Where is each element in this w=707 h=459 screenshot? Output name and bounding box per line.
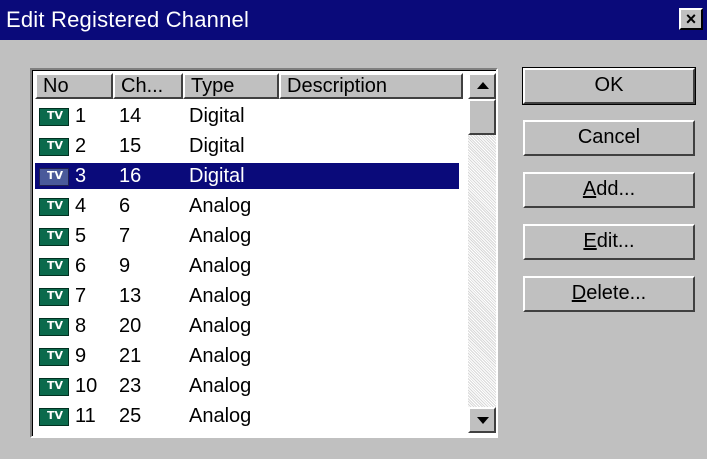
cell-channel: 15 xyxy=(119,135,142,157)
cell-type: Digital xyxy=(189,135,245,157)
table-row[interactable]: 4 6 Analog xyxy=(35,191,461,221)
tv-icon xyxy=(39,137,69,156)
tv-icon xyxy=(39,107,69,126)
column-header-type[interactable]: Type xyxy=(183,73,279,99)
delete-mnemonic: D xyxy=(571,282,587,304)
cell-channel: 16 xyxy=(119,165,142,187)
tv-icon xyxy=(39,377,69,396)
scroll-up-button[interactable] xyxy=(468,73,496,99)
cell-type: Analog xyxy=(189,375,252,397)
add-label: dd... xyxy=(596,178,636,200)
cell-no: 11 xyxy=(75,405,96,427)
cell-channel: 13 xyxy=(119,285,142,307)
column-header-description[interactable]: Description xyxy=(279,73,463,99)
tv-icon xyxy=(39,347,69,366)
edit-button[interactable]: Edit... xyxy=(523,224,695,260)
cell-type: Analog xyxy=(189,345,252,367)
cell-no: 5 xyxy=(75,225,87,247)
cell-type: Analog xyxy=(189,195,252,217)
cell-type: Analog xyxy=(189,405,252,427)
cell-type: Analog xyxy=(189,225,252,247)
table-row[interactable]: 11 25 Analog xyxy=(35,401,461,431)
title-bar[interactable]: Edit Registered Channel × xyxy=(0,0,707,40)
cell-channel: 6 xyxy=(119,195,131,217)
cell-type: Analog xyxy=(189,255,252,277)
cell-channel: 20 xyxy=(119,315,142,337)
close-button[interactable]: × xyxy=(679,8,703,30)
cell-type: Analog xyxy=(189,315,252,337)
cell-channel: 9 xyxy=(119,255,131,277)
column-header-channel[interactable]: Ch... xyxy=(113,73,183,99)
tv-icon xyxy=(39,257,69,276)
tv-icon xyxy=(39,197,69,216)
window-title: Edit Registered Channel xyxy=(6,7,250,32)
add-mnemonic: A xyxy=(582,178,597,200)
table-row[interactable]: 9 21 Analog xyxy=(35,341,461,371)
cell-no: 2 xyxy=(75,135,87,157)
tv-icon xyxy=(39,227,69,246)
scroll-down-button[interactable] xyxy=(468,407,496,433)
table-row[interactable]: 5 7 Analog xyxy=(35,221,461,251)
cell-channel: 25 xyxy=(119,405,142,427)
arrow-down-icon xyxy=(477,417,489,424)
add-button[interactable]: Add... xyxy=(523,172,695,208)
column-header-no[interactable]: No xyxy=(35,73,113,99)
ok-button[interactable]: OK xyxy=(522,67,696,105)
cell-channel: 7 xyxy=(119,225,131,247)
cancel-button[interactable]: Cancel xyxy=(523,120,695,156)
table-row[interactable]: 8 20 Analog xyxy=(35,311,461,341)
table-row[interactable]: 3 16 Digital xyxy=(35,161,461,191)
cell-no: 7 xyxy=(75,285,87,307)
cell-channel: 21 xyxy=(119,345,142,367)
cell-no: 8 xyxy=(75,315,87,337)
edit-mnemonic: E xyxy=(583,230,597,252)
tv-icon xyxy=(39,407,69,426)
arrow-up-icon xyxy=(477,82,489,89)
cell-no: 1 xyxy=(75,105,87,127)
cell-no: 6 xyxy=(75,255,87,277)
cell-no: 4 xyxy=(75,195,87,217)
table-row[interactable]: 2 15 Digital xyxy=(35,131,461,161)
channel-list[interactable]: No Ch... Type Description 114Digital215D… xyxy=(30,68,498,438)
cell-channel: 14 xyxy=(119,105,142,127)
edit-registered-channel-dialog: Edit Registered Channel × No Ch... Type … xyxy=(0,0,707,459)
tv-icon xyxy=(39,317,69,336)
cell-type: Digital xyxy=(189,165,245,187)
delete-label: elete... xyxy=(586,282,647,304)
tv-icon xyxy=(39,287,69,306)
list-rows: 1 14 Digital 2 15 Digital 3 16 Digital 4 6 Analog 5 7… xyxy=(35,101,461,431)
cell-channel: 23 xyxy=(119,375,142,397)
selection-highlight xyxy=(35,163,459,189)
table-row[interactable]: 10 23 Analog xyxy=(35,371,461,401)
cell-no: 3 xyxy=(75,165,87,187)
edit-label: dit... xyxy=(596,230,635,252)
table-row[interactable]: 1 14 Digital xyxy=(35,101,461,131)
scrollbar-thumb[interactable] xyxy=(468,99,496,135)
table-row[interactable]: 7 13 Analog xyxy=(35,281,461,311)
cell-no: 10 xyxy=(75,375,98,397)
vertical-scrollbar[interactable] xyxy=(468,73,496,433)
delete-button[interactable]: Delete... xyxy=(523,276,695,312)
cell-no: 9 xyxy=(75,345,87,367)
tv-icon xyxy=(39,167,69,186)
table-row[interactable]: 6 9 Analog xyxy=(35,251,461,281)
cell-type: Digital xyxy=(189,105,245,127)
cell-type: Analog xyxy=(189,285,252,307)
